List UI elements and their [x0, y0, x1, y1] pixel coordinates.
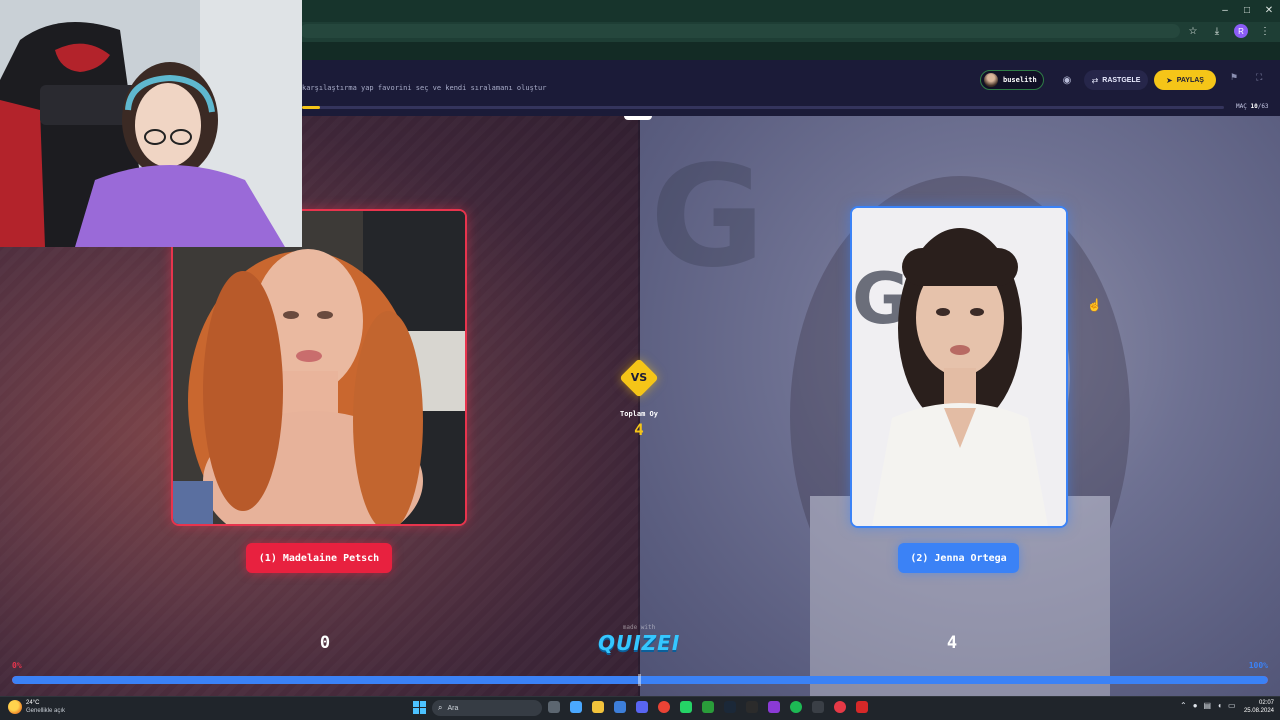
clock-date: 25.08.2024 — [1243, 708, 1274, 714]
match-total: /63 — [1257, 103, 1269, 110]
right-contestant-name-button[interactable]: (2) Jenna Ortega — [898, 543, 1019, 573]
obs-icon[interactable] — [856, 701, 868, 713]
maximize-icon[interactable]: □ — [1236, 0, 1258, 20]
window-controls: – □ ✕ — [1214, 0, 1280, 20]
left-contestant-name-button[interactable]: (1) Madelaine Petsch — [246, 543, 392, 573]
chrome-icon[interactable] — [658, 701, 670, 713]
store-icon[interactable] — [614, 701, 626, 713]
weather-widget[interactable]: 24°C Genellikle açık — [8, 699, 65, 715]
user-profile-button[interactable]: buselith — [980, 70, 1044, 90]
share-button-label: PAYLAŞ — [1176, 76, 1204, 84]
eye-icon[interactable]: ◉ — [1058, 72, 1076, 88]
page-subtitle: karşılaştırma yap favorini seç ve kendi … — [302, 84, 547, 92]
screen: – □ ✕ ☆ ⤓ R ⋮ karşılaştırma yap favorini… — [0, 0, 1280, 720]
webcam-illustration — [0, 0, 302, 247]
fullscreen-icon[interactable]: ⛶ — [1256, 72, 1270, 88]
discord-icon[interactable] — [636, 701, 648, 713]
weather-temperature: 24°C — [26, 700, 40, 706]
twitch-icon[interactable] — [768, 701, 780, 713]
epic-games-icon[interactable] — [746, 701, 758, 713]
steam-icon[interactable] — [724, 701, 736, 713]
vs-label: VS — [630, 371, 648, 384]
left-vote-percent: 0% — [12, 661, 22, 670]
top-notch — [624, 116, 652, 120]
system-tray: ⌃ ● ▤ ◖ ▭ — [1180, 701, 1236, 710]
share-button[interactable]: ➤ PAYLAŞ — [1154, 70, 1216, 90]
match-label: MAÇ — [1236, 103, 1247, 110]
total-votes-value: 4 — [634, 420, 644, 439]
random-button[interactable]: ⇄ RASTGELE — [1084, 70, 1148, 90]
center-divider — [638, 116, 640, 696]
speaker-icon[interactable]: ◖ — [1217, 701, 1222, 710]
minimize-icon[interactable]: – — [1214, 0, 1236, 20]
right-vote-percent: 100% — [1248, 661, 1268, 670]
download-icon[interactable]: ⤓ — [1210, 24, 1224, 38]
match-progress-fill — [302, 106, 321, 109]
weather-description: Genellikle açık — [26, 708, 66, 714]
match-progress-bar — [302, 106, 1224, 109]
whatsapp-icon[interactable] — [680, 701, 692, 713]
shuffle-icon: ⇄ — [1091, 75, 1099, 85]
avatar — [984, 73, 998, 87]
browser-toolbar-icons: ☆ ⤓ R ⋮ — [1186, 24, 1272, 38]
address-bar[interactable] — [300, 24, 1180, 38]
total-votes-label: Toplam Oy — [620, 410, 658, 418]
start-icon[interactable] — [413, 701, 426, 714]
brand-logo: QUIZEI — [598, 631, 681, 655]
background-logo-letter: G — [650, 136, 765, 299]
weather-icon — [8, 700, 22, 714]
mouse-cursor-icon: ☝ — [1087, 298, 1102, 312]
send-icon: ➤ — [1166, 75, 1173, 85]
left-contestant-photo[interactable] — [171, 209, 467, 526]
user-name: buselith — [1003, 76, 1037, 84]
recording-app-icon[interactable] — [834, 701, 846, 713]
right-contestant-photo[interactable]: G — [850, 206, 1068, 528]
microphone-icon[interactable]: ● — [1193, 701, 1198, 710]
spotify-icon[interactable] — [790, 701, 802, 713]
task-view-icon[interactable] — [548, 701, 560, 713]
search-icon: ⌕ — [438, 703, 443, 712]
taskbar-clock[interactable]: 02:07 25.08.2024 — [1238, 699, 1274, 715]
star-icon[interactable]: ☆ — [1186, 24, 1200, 38]
file-explorer-icon[interactable] — [592, 701, 604, 713]
random-button-label: RASTGELE — [1102, 76, 1141, 84]
taskbar-apps — [548, 701, 868, 713]
match-counter: MAÇ 10/63 — [1236, 103, 1269, 110]
left-photo-illustration — [173, 211, 465, 524]
match-current: 10 — [1250, 103, 1258, 110]
profile-avatar[interactable]: R — [1234, 24, 1248, 38]
network-icon[interactable]: ▤ — [1204, 701, 1212, 710]
chevron-up-icon[interactable]: ⌃ — [1180, 701, 1187, 710]
right-photo-illustration: G — [852, 208, 1066, 526]
flag-icon[interactable]: ⚑ — [1230, 72, 1244, 88]
left-score: 0 — [319, 633, 331, 653]
copilot-icon[interactable] — [570, 701, 582, 713]
made-with-label: made with — [622, 624, 656, 631]
close-icon[interactable]: ✕ — [1258, 0, 1280, 20]
right-score: 4 — [946, 633, 958, 653]
xbox-icon[interactable] — [702, 701, 714, 713]
taskbar-search[interactable]: ⌕ Ara — [432, 700, 542, 716]
taskbar-search-label: Ara — [447, 704, 459, 712]
webcam-overlay — [0, 0, 302, 247]
vote-bar-center-mark — [638, 674, 641, 686]
app-icon[interactable] — [812, 701, 824, 713]
clock-time: 02:07 — [1258, 700, 1274, 706]
battery-icon[interactable]: ▭ — [1228, 701, 1236, 710]
menu-icon[interactable]: ⋮ — [1258, 24, 1272, 38]
